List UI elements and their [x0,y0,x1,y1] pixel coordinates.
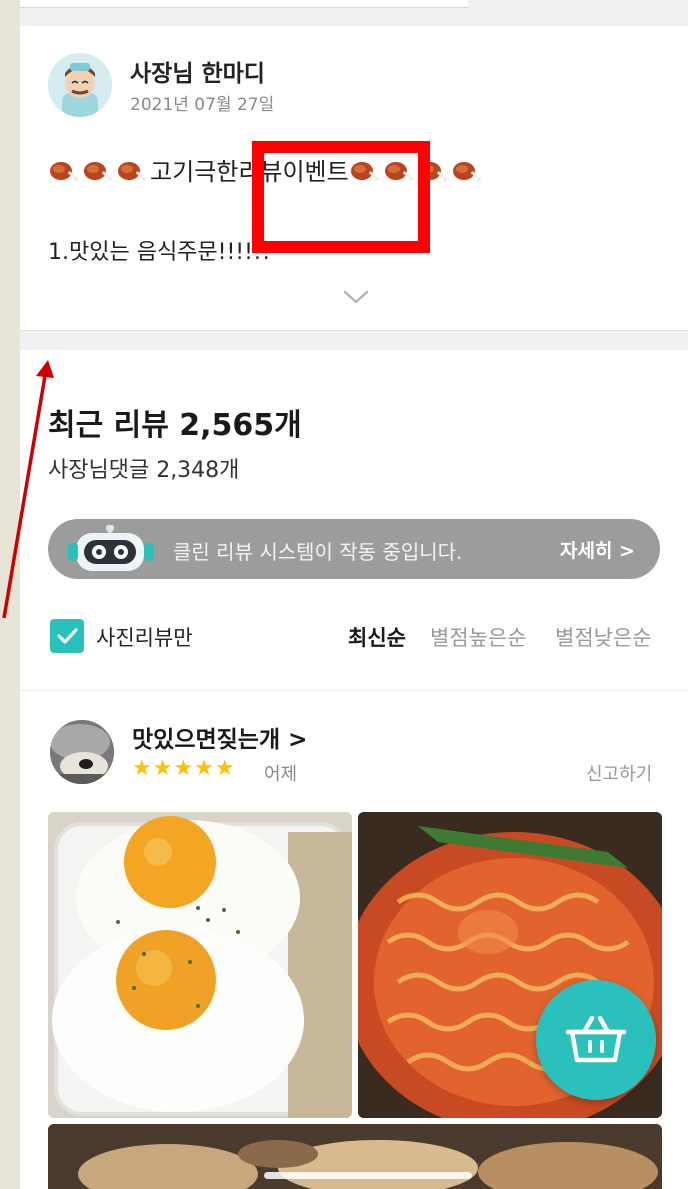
star-rating: ★★★★★ [132,756,236,781]
shopping-basket-icon [565,1015,627,1063]
sort-rating-low[interactable]: 별점낮은순 [555,622,652,652]
report-link[interactable]: 신고하기 [586,760,652,786]
owner-character-icon [48,53,112,117]
review-photo-bbq[interactable] [48,1124,662,1189]
annotation-arrow [2,360,54,619]
review-photo-eggs[interactable] [48,812,352,1118]
photo-only-checkbox[interactable] [50,619,84,653]
owner-notice-card: 사장님 한마디 2021년 07월 27일 고기극한리뷰이벤트 1.맛있는 음식… [20,26,688,330]
meat-on-bone-icon [452,162,481,182]
owner-avatar [48,53,112,117]
owner-notice-title: 사장님 한마디 [130,61,265,87]
sort-newest[interactable]: 최신순 [348,622,406,652]
clean-review-banner[interactable]: 클린 리뷰 시스템이 작동 중입니다. 자세히 > [48,519,660,579]
tab-underline [20,0,468,8]
clean-review-more-link[interactable]: 자세히 > [560,536,635,563]
sort-rating-high[interactable]: 별점높은순 [430,622,527,652]
recent-reviews-title: 최근 리뷰 2,565개 [48,408,302,443]
robot-icon [68,525,154,571]
divider [20,690,688,691]
reviewer-name[interactable]: 맛있으면짖는개 > [132,720,307,754]
dog-photo-icon [50,720,114,784]
chevron-down-icon[interactable] [342,288,370,306]
home-indicator [264,1172,472,1179]
check-icon [57,628,78,644]
reviewer-avatar[interactable] [50,720,114,784]
meat-on-bone-icon [50,162,78,182]
owner-comment-count: 사장님댓글 2,348개 [48,458,240,483]
phone-screen: 사장님 한마디 2021년 07월 27일 고기극한리뷰이벤트 1.맛있는 음식… [20,0,688,1189]
photo-only-label[interactable]: 사진리뷰만 [96,622,193,652]
notice-body-line: 1.맛있는 음식주문!!!!!! [48,240,271,265]
section-gap [20,330,688,350]
fried-eggs-image [48,812,352,1118]
grilled-meat-image [48,1124,662,1189]
cart-button[interactable] [536,980,656,1100]
meat-on-bone-icon [84,162,112,182]
meat-on-bone-icon [118,162,146,182]
annotation-highlight-box [252,141,430,253]
owner-notice-date: 2021년 07월 27일 [130,95,275,115]
clean-review-text: 클린 리뷰 시스템이 작동 중입니다. [173,540,463,564]
top-strip [20,0,688,26]
review-date: 어제 [264,764,298,785]
